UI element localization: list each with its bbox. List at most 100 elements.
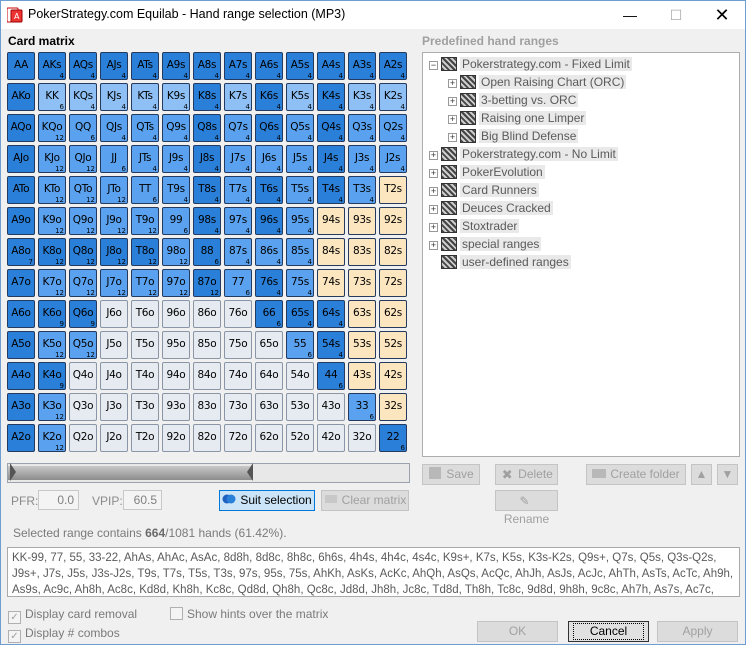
- matrix-cell[interactable]: T7s 4: [224, 176, 252, 204]
- matrix-cell[interactable]: AJs 4: [100, 52, 128, 80]
- matrix-cell[interactable]: 75o: [224, 331, 252, 359]
- matrix-cell[interactable]: K2o 12: [38, 424, 66, 452]
- matrix-cell[interactable]: K7o 12: [38, 269, 66, 297]
- expand-icon[interactable]: +: [448, 133, 457, 142]
- matrix-cell[interactable]: KQs 4: [69, 83, 97, 111]
- matrix-cell[interactable]: 95s 4: [286, 207, 314, 235]
- matrix-cell[interactable]: 63s: [348, 300, 376, 328]
- matrix-cell[interactable]: A5s 4: [286, 52, 314, 80]
- matrix-cell[interactable]: Q6o 9: [69, 300, 97, 328]
- matrix-cell[interactable]: J8s 4: [193, 145, 221, 173]
- matrix-cell[interactable]: J2o: [100, 424, 128, 452]
- matrix-cell[interactable]: T8s 4: [193, 176, 221, 204]
- matrix-cell[interactable]: Q4s 4: [317, 114, 345, 142]
- matrix-cell[interactable]: QTo 12: [69, 176, 97, 204]
- matrix-cell[interactable]: T9o 12: [131, 207, 159, 235]
- tree-node[interactable]: + Stoxtrader: [429, 217, 520, 235]
- matrix-cell[interactable]: 66 6: [255, 300, 283, 328]
- matrix-cell[interactable]: 92o: [162, 424, 190, 452]
- tree-node[interactable]: + Deuces Cracked: [429, 199, 553, 217]
- matrix-cell[interactable]: A8s 4: [193, 52, 221, 80]
- matrix-cell[interactable]: T6s 4: [255, 176, 283, 204]
- matrix-cell[interactable]: J2s 4: [379, 145, 407, 173]
- matrix-cell[interactable]: 65s 4: [286, 300, 314, 328]
- expand-icon[interactable]: +: [429, 151, 438, 160]
- expand-icon[interactable]: +: [429, 223, 438, 232]
- matrix-cell[interactable]: T4o: [131, 362, 159, 390]
- matrix-cell[interactable]: 72s: [379, 269, 407, 297]
- matrix-cell[interactable]: K7s 4: [224, 83, 252, 111]
- matrix-cell[interactable]: 85s 4: [286, 238, 314, 266]
- matrix-cell[interactable]: 74o: [224, 362, 252, 390]
- collapse-icon[interactable]: −: [429, 61, 438, 70]
- matrix-cell[interactable]: A6o: [7, 300, 35, 328]
- matrix-cell[interactable]: ATs 4: [131, 52, 159, 80]
- matrix-cell[interactable]: ATo: [7, 176, 35, 204]
- matrix-cell[interactable]: 64s 4: [317, 300, 345, 328]
- vpip-field[interactable]: 60.5: [123, 490, 162, 510]
- expand-icon[interactable]: +: [429, 169, 438, 178]
- matrix-cell[interactable]: 98o 12: [162, 238, 190, 266]
- pfr-field[interactable]: 0.0: [38, 490, 79, 510]
- matrix-cell[interactable]: 88 6: [193, 238, 221, 266]
- matrix-cell[interactable]: A6s 4: [255, 52, 283, 80]
- matrix-cell[interactable]: 64o: [255, 362, 283, 390]
- matrix-cell[interactable]: J3s 4: [348, 145, 376, 173]
- matrix-cell[interactable]: 73s: [348, 269, 376, 297]
- matrix-cell[interactable]: K5o 12: [38, 331, 66, 359]
- matrix-cell[interactable]: 84o: [193, 362, 221, 390]
- display-card-removal-checkbox[interactable]: ✓ Display card removal: [8, 607, 137, 624]
- matrix-cell[interactable]: 53s: [348, 331, 376, 359]
- tree-node[interactable]: + Card Runners: [429, 181, 539, 199]
- tree-node[interactable]: + Big Blind Defense: [448, 127, 579, 145]
- range-slider[interactable]: [7, 463, 410, 483]
- matrix-cell[interactable]: AKo: [7, 83, 35, 111]
- matrix-cell[interactable]: J4o: [100, 362, 128, 390]
- matrix-cell[interactable]: Q9s 4: [162, 114, 190, 142]
- matrix-cell[interactable]: K4o 9: [38, 362, 66, 390]
- matrix-cell[interactable]: J9s 4: [162, 145, 190, 173]
- matrix-cell[interactable]: K3o 12: [38, 393, 66, 421]
- matrix-cell[interactable]: 94o: [162, 362, 190, 390]
- matrix-cell[interactable]: Q6s 4: [255, 114, 283, 142]
- matrix-cell[interactable]: 77 6: [224, 269, 252, 297]
- matrix-cell[interactable]: 93s: [348, 207, 376, 235]
- matrix-cell[interactable]: K6s 4: [255, 83, 283, 111]
- matrix-cell[interactable]: T8o 12: [131, 238, 159, 266]
- matrix-cell[interactable]: A3s 4: [348, 52, 376, 80]
- matrix-cell[interactable]: Q5s 4: [286, 114, 314, 142]
- expand-icon[interactable]: +: [429, 187, 438, 196]
- matrix-cell[interactable]: K9s 4: [162, 83, 190, 111]
- cancel-button[interactable]: Cancel: [568, 621, 649, 642]
- matrix-cell[interactable]: A5o: [7, 331, 35, 359]
- matrix-cell[interactable]: K5s 4: [286, 83, 314, 111]
- tree-node[interactable]: + Pokerstrategy.com - No Limit: [429, 145, 618, 163]
- matrix-cell[interactable]: 42s: [379, 362, 407, 390]
- matrix-cell[interactable]: 63o: [255, 393, 283, 421]
- matrix-cell[interactable]: T4s 4: [317, 176, 345, 204]
- expand-icon[interactable]: +: [429, 241, 438, 250]
- matrix-cell[interactable]: A7o: [7, 269, 35, 297]
- matrix-cell[interactable]: J6s 4: [255, 145, 283, 173]
- matrix-cell[interactable]: 43s: [348, 362, 376, 390]
- matrix-cell[interactable]: 95o: [162, 331, 190, 359]
- apply-button[interactable]: Apply: [657, 621, 738, 642]
- matrix-cell[interactable]: 72o: [224, 424, 252, 452]
- matrix-cell[interactable]: AQo: [7, 114, 35, 142]
- matrix-cell[interactable]: Q4o: [69, 362, 97, 390]
- matrix-cell[interactable]: K8o 12: [38, 238, 66, 266]
- matrix-cell[interactable]: 94s: [317, 207, 345, 235]
- close-button[interactable]: ✕: [699, 1, 745, 29]
- range-text-field[interactable]: KK-99, 77, 55, 33-22, AhAs, AhAc, AsAc, …: [7, 547, 740, 597]
- matrix-cell[interactable]: JJ 6: [100, 145, 128, 173]
- matrix-cell[interactable]: 76s 4: [255, 269, 283, 297]
- matrix-cell[interactable]: 85o: [193, 331, 221, 359]
- matrix-cell[interactable]: Q5o 12: [69, 331, 97, 359]
- tree-node[interactable]: user-defined ranges: [429, 253, 571, 271]
- matrix-cell[interactable]: QQ 6: [69, 114, 97, 142]
- matrix-cell[interactable]: Q3s 4: [348, 114, 376, 142]
- matrix-cell[interactable]: A2s 4: [379, 52, 407, 80]
- matrix-cell[interactable]: TT 6: [131, 176, 159, 204]
- matrix-cell[interactable]: 32o: [348, 424, 376, 452]
- tree-node[interactable]: − Pokerstrategy.com - Fixed Limit: [429, 55, 632, 73]
